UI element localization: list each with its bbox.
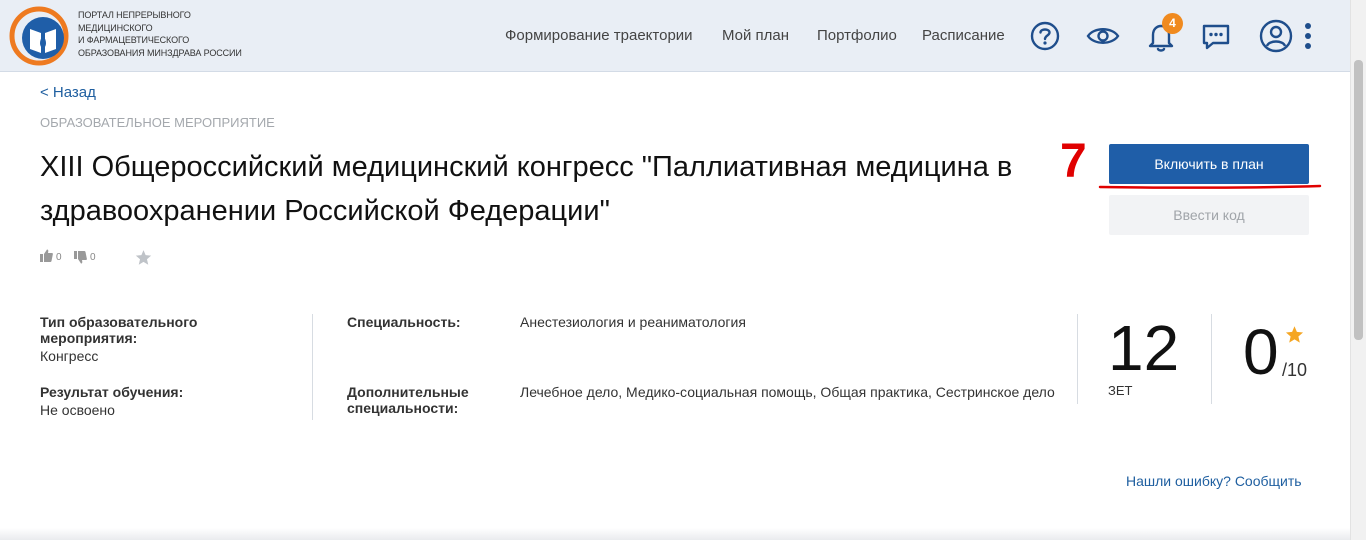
user-icon[interactable] [1258, 18, 1294, 54]
page-scrollbar[interactable] [1350, 0, 1366, 540]
portal-logo[interactable] [8, 5, 70, 67]
thumbs-up-icon[interactable] [40, 249, 53, 262]
page-title: XIII Общероссийский медицинский конгресс… [40, 151, 1013, 227]
help-icon[interactable] [1029, 18, 1061, 54]
dislikes-count: 0 [90, 252, 96, 263]
favorite-star-icon[interactable] [135, 249, 152, 266]
portal-name: Портал непрерывного медицинского и фарма… [78, 10, 242, 58]
highlight-underline [1098, 184, 1322, 189]
nav-trajectory[interactable]: Формирование траектории [505, 27, 693, 44]
rating-star-icon [1285, 326, 1304, 343]
notifications-badge: 4 [1162, 13, 1183, 34]
type-label: Тип образовательного мероприятия: [40, 314, 198, 346]
back-link[interactable]: < Назад [40, 84, 96, 101]
stats-divider-left [1077, 314, 1078, 404]
extra-specialty-label: Дополнительные специальности: [347, 384, 469, 416]
event-category: ОБРАЗОВАТЕЛЬНОЕ МЕРОПРИЯТИЕ [40, 115, 275, 130]
specialty-label: Специальность: [347, 314, 461, 330]
column-divider [312, 314, 313, 420]
eye-icon[interactable] [1086, 18, 1120, 54]
type-value: Конгресс [40, 348, 99, 364]
thumbs-down-icon[interactable] [74, 251, 87, 264]
specialty-value: Анестезиология и реаниматология [520, 314, 746, 330]
more-vertical-icon[interactable] [1303, 23, 1313, 53]
stats-divider-right [1211, 314, 1212, 404]
step-marker: 7 [1060, 135, 1087, 188]
nav-my-plan[interactable]: Мой план [722, 27, 789, 44]
top-header: Портал непрерывного медицинского и фарма… [0, 0, 1350, 72]
nav-portfolio[interactable]: Портфолио [817, 27, 897, 44]
extra-specialty-value: Лечебное дело, Медико-социальная помощь,… [520, 384, 1055, 400]
enter-code-button[interactable]: Ввести код [1109, 195, 1309, 235]
credits-unit: ЗЕТ [1108, 383, 1133, 398]
result-value: Не освоено [40, 402, 115, 418]
add-to-plan-button[interactable]: Включить в план [1109, 144, 1309, 184]
content-bottom-edge [0, 528, 1350, 540]
nav-schedule[interactable]: Расписание [922, 27, 1005, 44]
chat-icon[interactable] [1200, 18, 1232, 54]
scrollbar-thumb[interactable] [1354, 60, 1363, 340]
result-label: Результат обучения: [40, 384, 184, 400]
credits-value: 12 [1108, 312, 1180, 384]
rating-max: /10 [1282, 360, 1308, 380]
rating-value: 0 [1243, 316, 1279, 388]
likes-count: 0 [56, 252, 62, 263]
report-error-link[interactable]: Нашли ошибку? Сообщить [1126, 473, 1302, 489]
